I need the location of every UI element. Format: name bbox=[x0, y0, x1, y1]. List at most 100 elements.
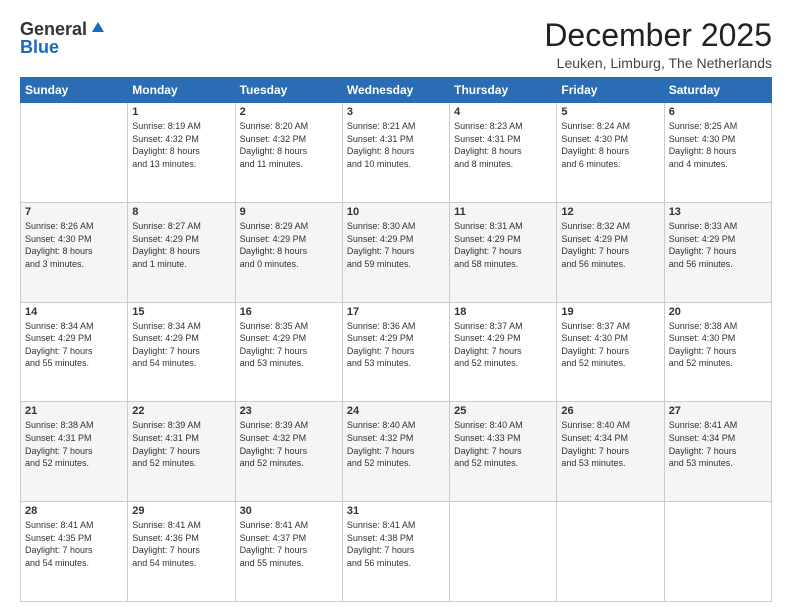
day-info: Sunrise: 8:26 AM Sunset: 4:30 PM Dayligh… bbox=[25, 220, 123, 270]
table-row: 30 Sunrise: 8:41 AM Sunset: 4:37 PM Dayli… bbox=[235, 502, 342, 602]
day-number: 29 bbox=[132, 505, 230, 517]
table-row bbox=[664, 502, 771, 602]
day-info: Sunrise: 8:32 AM Sunset: 4:29 PM Dayligh… bbox=[561, 220, 659, 270]
calendar-week-row: 1Sunrise: 8:19 AM Sunset: 4:32 PM Daylig… bbox=[21, 103, 772, 203]
table-row: 20 Sunrise: 8:38 AM Sunset: 4:30 PM Dayli… bbox=[664, 302, 771, 402]
page: General Blue December 2025 Leuken, Limbu… bbox=[0, 0, 792, 612]
table-row: 5Sunrise: 8:24 AM Sunset: 4:30 PM Daylig… bbox=[557, 103, 664, 203]
day-info: Sunrise: 8:20 AM Sunset: 4:32 PM Dayligh… bbox=[240, 120, 338, 170]
calendar-table: Sunday Monday Tuesday Wednesday Thursday… bbox=[20, 77, 772, 602]
day-info: Sunrise: 8:41 AM Sunset: 4:34 PM Dayligh… bbox=[669, 419, 767, 469]
day-info: Sunrise: 8:38 AM Sunset: 4:30 PM Dayligh… bbox=[669, 320, 767, 370]
day-info: Sunrise: 8:40 AM Sunset: 4:32 PM Dayligh… bbox=[347, 419, 445, 469]
table-row: 17 Sunrise: 8:36 AM Sunset: 4:29 PM Dayli… bbox=[342, 302, 449, 402]
title-block: December 2025 Leuken, Limburg, The Nethe… bbox=[544, 18, 772, 71]
day-info: Sunrise: 8:41 AM Sunset: 4:35 PM Dayligh… bbox=[25, 519, 123, 569]
table-row: 14 Sunrise: 8:34 AM Sunset: 4:29 PM Dayli… bbox=[21, 302, 128, 402]
table-row: 28 Sunrise: 8:41 AM Sunset: 4:35 PM Dayli… bbox=[21, 502, 128, 602]
logo: General Blue bbox=[20, 18, 107, 58]
day-number: 14 bbox=[25, 306, 123, 318]
day-number: 2 bbox=[240, 106, 338, 118]
day-number: 13 bbox=[669, 206, 767, 218]
day-number: 17 bbox=[347, 306, 445, 318]
day-number: 4 bbox=[454, 106, 552, 118]
day-info: Sunrise: 8:35 AM Sunset: 4:29 PM Dayligh… bbox=[240, 320, 338, 370]
col-header-sunday: Sunday bbox=[21, 78, 128, 103]
day-info: Sunrise: 8:39 AM Sunset: 4:32 PM Dayligh… bbox=[240, 419, 338, 469]
day-number: 21 bbox=[25, 405, 123, 417]
day-number: 19 bbox=[561, 306, 659, 318]
day-number: 30 bbox=[240, 505, 338, 517]
day-info: Sunrise: 8:40 AM Sunset: 4:34 PM Dayligh… bbox=[561, 419, 659, 469]
table-row: 23 Sunrise: 8:39 AM Sunset: 4:32 PM Dayli… bbox=[235, 402, 342, 502]
day-number: 20 bbox=[669, 306, 767, 318]
day-info: Sunrise: 8:29 AM Sunset: 4:29 PM Dayligh… bbox=[240, 220, 338, 270]
day-info: Sunrise: 8:37 AM Sunset: 4:29 PM Dayligh… bbox=[454, 320, 552, 370]
logo-blue-text: Blue bbox=[20, 37, 59, 58]
table-row: 12Sunrise: 8:32 AM Sunset: 4:29 PM Dayli… bbox=[557, 202, 664, 302]
day-number: 31 bbox=[347, 505, 445, 517]
col-header-monday: Monday bbox=[128, 78, 235, 103]
day-info: Sunrise: 8:30 AM Sunset: 4:29 PM Dayligh… bbox=[347, 220, 445, 270]
calendar-header-row: Sunday Monday Tuesday Wednesday Thursday… bbox=[21, 78, 772, 103]
col-header-wednesday: Wednesday bbox=[342, 78, 449, 103]
table-row: 4Sunrise: 8:23 AM Sunset: 4:31 PM Daylig… bbox=[450, 103, 557, 203]
header: General Blue December 2025 Leuken, Limbu… bbox=[20, 18, 772, 71]
table-row: 26Sunrise: 8:40 AM Sunset: 4:34 PM Dayli… bbox=[557, 402, 664, 502]
day-number: 27 bbox=[669, 405, 767, 417]
day-info: Sunrise: 8:38 AM Sunset: 4:31 PM Dayligh… bbox=[25, 419, 123, 469]
table-row: 29 Sunrise: 8:41 AM Sunset: 4:36 PM Dayli… bbox=[128, 502, 235, 602]
table-row: 11Sunrise: 8:31 AM Sunset: 4:29 PM Dayli… bbox=[450, 202, 557, 302]
day-number: 18 bbox=[454, 306, 552, 318]
table-row: 3 Sunrise: 8:21 AM Sunset: 4:31 PM Daylig… bbox=[342, 103, 449, 203]
calendar-week-row: 21 Sunrise: 8:38 AM Sunset: 4:31 PM Dayli… bbox=[21, 402, 772, 502]
table-row: 1Sunrise: 8:19 AM Sunset: 4:32 PM Daylig… bbox=[128, 103, 235, 203]
day-number: 9 bbox=[240, 206, 338, 218]
col-header-saturday: Saturday bbox=[664, 78, 771, 103]
day-number: 25 bbox=[454, 405, 552, 417]
day-number: 16 bbox=[240, 306, 338, 318]
table-row: 18 Sunrise: 8:37 AM Sunset: 4:29 PM Dayli… bbox=[450, 302, 557, 402]
day-info: Sunrise: 8:33 AM Sunset: 4:29 PM Dayligh… bbox=[669, 220, 767, 270]
table-row: 8Sunrise: 8:27 AM Sunset: 4:29 PM Daylig… bbox=[128, 202, 235, 302]
subtitle: Leuken, Limburg, The Netherlands bbox=[544, 55, 772, 71]
table-row: 13 Sunrise: 8:33 AM Sunset: 4:29 PM Dayli… bbox=[664, 202, 771, 302]
day-number: 23 bbox=[240, 405, 338, 417]
day-info: Sunrise: 8:25 AM Sunset: 4:30 PM Dayligh… bbox=[669, 120, 767, 170]
col-header-friday: Friday bbox=[557, 78, 664, 103]
day-number: 24 bbox=[347, 405, 445, 417]
day-info: Sunrise: 8:31 AM Sunset: 4:29 PM Dayligh… bbox=[454, 220, 552, 270]
day-info: Sunrise: 8:36 AM Sunset: 4:29 PM Dayligh… bbox=[347, 320, 445, 370]
calendar-week-row: 28 Sunrise: 8:41 AM Sunset: 4:35 PM Dayli… bbox=[21, 502, 772, 602]
calendar-week-row: 14 Sunrise: 8:34 AM Sunset: 4:29 PM Dayli… bbox=[21, 302, 772, 402]
day-info: Sunrise: 8:27 AM Sunset: 4:29 PM Dayligh… bbox=[132, 220, 230, 270]
day-number: 7 bbox=[25, 206, 123, 218]
day-info: Sunrise: 8:41 AM Sunset: 4:36 PM Dayligh… bbox=[132, 519, 230, 569]
day-info: Sunrise: 8:40 AM Sunset: 4:33 PM Dayligh… bbox=[454, 419, 552, 469]
table-row bbox=[557, 502, 664, 602]
table-row: 2 Sunrise: 8:20 AM Sunset: 4:32 PM Daylig… bbox=[235, 103, 342, 203]
table-row: 16 Sunrise: 8:35 AM Sunset: 4:29 PM Dayli… bbox=[235, 302, 342, 402]
table-row: 24 Sunrise: 8:40 AM Sunset: 4:32 PM Dayli… bbox=[342, 402, 449, 502]
day-info: Sunrise: 8:41 AM Sunset: 4:37 PM Dayligh… bbox=[240, 519, 338, 569]
table-row: 10 Sunrise: 8:30 AM Sunset: 4:29 PM Dayli… bbox=[342, 202, 449, 302]
main-title: December 2025 bbox=[544, 18, 772, 53]
day-info: Sunrise: 8:37 AM Sunset: 4:30 PM Dayligh… bbox=[561, 320, 659, 370]
table-row bbox=[21, 103, 128, 203]
table-row: 25 Sunrise: 8:40 AM Sunset: 4:33 PM Dayli… bbox=[450, 402, 557, 502]
col-header-thursday: Thursday bbox=[450, 78, 557, 103]
col-header-tuesday: Tuesday bbox=[235, 78, 342, 103]
day-info: Sunrise: 8:21 AM Sunset: 4:31 PM Dayligh… bbox=[347, 120, 445, 170]
day-number: 22 bbox=[132, 405, 230, 417]
calendar-week-row: 7 Sunrise: 8:26 AM Sunset: 4:30 PM Daylig… bbox=[21, 202, 772, 302]
day-number: 28 bbox=[25, 505, 123, 517]
table-row: 9 Sunrise: 8:29 AM Sunset: 4:29 PM Daylig… bbox=[235, 202, 342, 302]
day-info: Sunrise: 8:34 AM Sunset: 4:29 PM Dayligh… bbox=[25, 320, 123, 370]
day-number: 10 bbox=[347, 206, 445, 218]
table-row: 19 Sunrise: 8:37 AM Sunset: 4:30 PM Dayli… bbox=[557, 302, 664, 402]
day-number: 15 bbox=[132, 306, 230, 318]
day-number: 3 bbox=[347, 106, 445, 118]
table-row: 21 Sunrise: 8:38 AM Sunset: 4:31 PM Dayli… bbox=[21, 402, 128, 502]
table-row bbox=[450, 502, 557, 602]
day-number: 5 bbox=[561, 106, 659, 118]
